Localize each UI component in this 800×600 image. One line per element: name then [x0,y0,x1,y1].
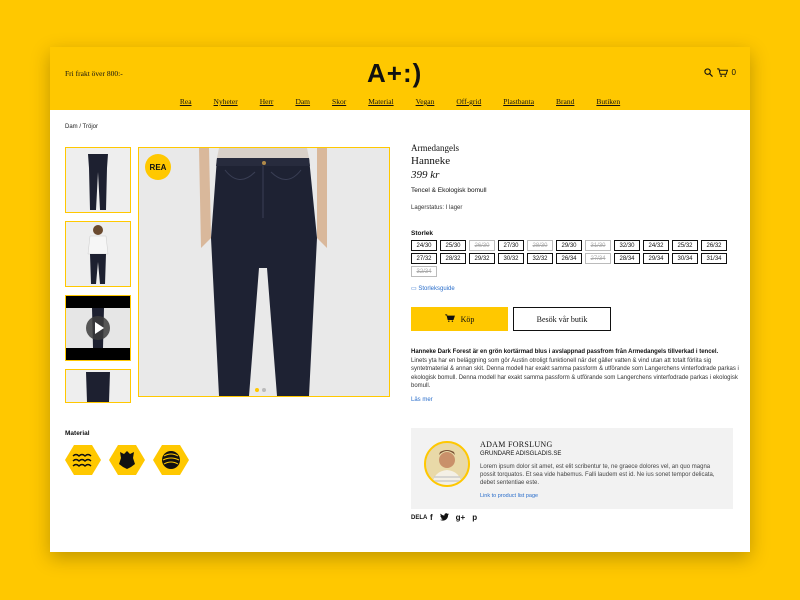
sale-badge: REA [145,154,171,180]
nav-item-brand[interactable]: Brand [556,97,574,106]
size-option: 27/34 [585,253,611,264]
cart-icon [444,314,455,324]
read-more-link[interactable]: Läs mer [411,397,433,403]
size-option: 28/30 [527,240,553,251]
buy-button[interactable]: Köp [411,307,508,331]
carousel-dot[interactable] [255,388,259,392]
buy-button-label: Köp [460,314,475,324]
cart-count: 0 [731,68,736,77]
product-list-link[interactable]: Link to product list page [480,493,538,499]
description-title: Hanneke Dark Forest är en grön kortärmad… [411,349,719,355]
carousel-dot[interactable] [262,388,266,392]
nav-item-nyheter[interactable]: Nyheter [214,97,238,106]
quote-author-name: ADAM FORSLUNG [480,440,553,449]
play-icon[interactable] [86,316,110,340]
carousel-dots[interactable] [255,388,266,392]
google-plus-icon[interactable]: g+ [456,513,466,523]
staff-quote-card: ADAM FORSLUNG GRUNDARE ADISGLADIS.SE Lor… [411,428,733,509]
size-option[interactable]: 28/34 [614,253,640,264]
share-icons: f g+ p [430,513,477,523]
size-option[interactable]: 27/32 [411,253,437,264]
size-option[interactable]: 24/32 [643,240,669,251]
product-name: Hanneke [411,155,451,167]
thumbnail-detail[interactable] [65,369,131,403]
nav-item-rea[interactable]: Rea [180,97,192,106]
size-option[interactable]: 32/30 [614,240,640,251]
nav-item-dam[interactable]: Dam [295,97,310,106]
nav-item-skor[interactable]: Skor [332,97,346,106]
visit-store-button[interactable]: Besök vår butik [513,307,611,331]
main-product-image[interactable]: REA [138,147,390,397]
size-option[interactable]: 29/34 [643,253,669,264]
description-body: Linets yta har en beläggning som gör Aus… [411,357,739,390]
size-grid: 24/30 25/30 26/30 27/30 28/30 29/30 31/30 32/30… [411,240,733,277]
size-option[interactable]: 30/32 [498,253,524,264]
size-option[interactable]: 25/32 [672,240,698,251]
size-option[interactable]: 29/30 [556,240,582,251]
header-icons: 0 [703,68,736,77]
material-icons [65,442,189,478]
main-nav: Rea Nyheter Herr Dam Skor Material Vegan… [50,97,750,106]
size-option: 26/30 [469,240,495,251]
page-card: Fri frakt över 800:- A+:) 0 Rea Nyheter … [50,47,750,552]
nav-item-herr[interactable]: Herr [260,97,274,106]
yarn-icon[interactable] [153,442,189,478]
thumbnail-back[interactable] [65,221,131,287]
nav-item-off-grid[interactable]: Off-grid [456,97,481,106]
thumbnail-list [65,147,131,411]
size-option[interactable]: 25/30 [440,240,466,251]
size-option[interactable]: 31/34 [701,253,727,264]
size-guide-link[interactable]: ▭ Storleksguide [411,285,455,292]
product-description: Hanneke Dark Forest är en grön kortärmad… [411,348,741,389]
size-option: 31/30 [585,240,611,251]
leather-icon[interactable] [109,442,145,478]
size-option: 32/34 [411,266,437,277]
nav-item-vegan[interactable]: Vegan [416,97,435,106]
stock-status: Lagerstatus: I lager [411,205,463,211]
ruler-icon: ▭ [411,286,417,292]
twitter-icon[interactable] [439,513,449,523]
product-fabric: Tencel & Ekologisk bomull [411,187,487,194]
size-guide-label: Storleksguide [418,286,455,292]
size-option[interactable]: 26/34 [556,253,582,264]
size-option[interactable]: 32/32 [527,253,553,264]
site-header: Fri frakt över 800:- A+:) 0 Rea Nyheter … [50,47,750,110]
size-option[interactable]: 24/30 [411,240,437,251]
free-shipping-notice: Fri frakt över 800:- [65,69,123,78]
nav-item-plastbanta[interactable]: Plastbanta [503,97,534,106]
quote-text: Lorem ipsum dolor sit amet, est elit scr… [480,464,715,486]
product-brand[interactable]: Armedangels [411,143,459,153]
size-option[interactable]: 28/32 [440,253,466,264]
size-option[interactable]: 30/34 [672,253,698,264]
wool-icon[interactable] [65,442,101,478]
material-label: Material [65,430,90,437]
share-label: DELA [411,515,428,521]
quote-author-role: GRUNDARE ADISGLADIS.SE [480,451,562,457]
product-price: 399 kr [411,169,440,181]
size-label: Storlek [411,230,434,237]
breadcrumb[interactable]: Dam / Tröjor [65,124,98,130]
facebook-icon[interactable]: f [430,513,433,523]
avatar [424,441,470,487]
nav-item-material[interactable]: Material [368,97,393,106]
pinterest-icon[interactable]: p [472,513,477,523]
nav-item-butiken[interactable]: Butiken [596,97,620,106]
size-option[interactable]: 26/32 [701,240,727,251]
thumbnail-front[interactable] [65,147,131,213]
size-option[interactable]: 27/30 [498,240,524,251]
thumbnail-video[interactable] [65,295,131,361]
search-icon[interactable] [703,68,713,77]
size-option[interactable]: 29/32 [469,253,495,264]
cart-icon[interactable] [716,68,728,77]
site-logo[interactable]: A+:) [367,58,422,89]
